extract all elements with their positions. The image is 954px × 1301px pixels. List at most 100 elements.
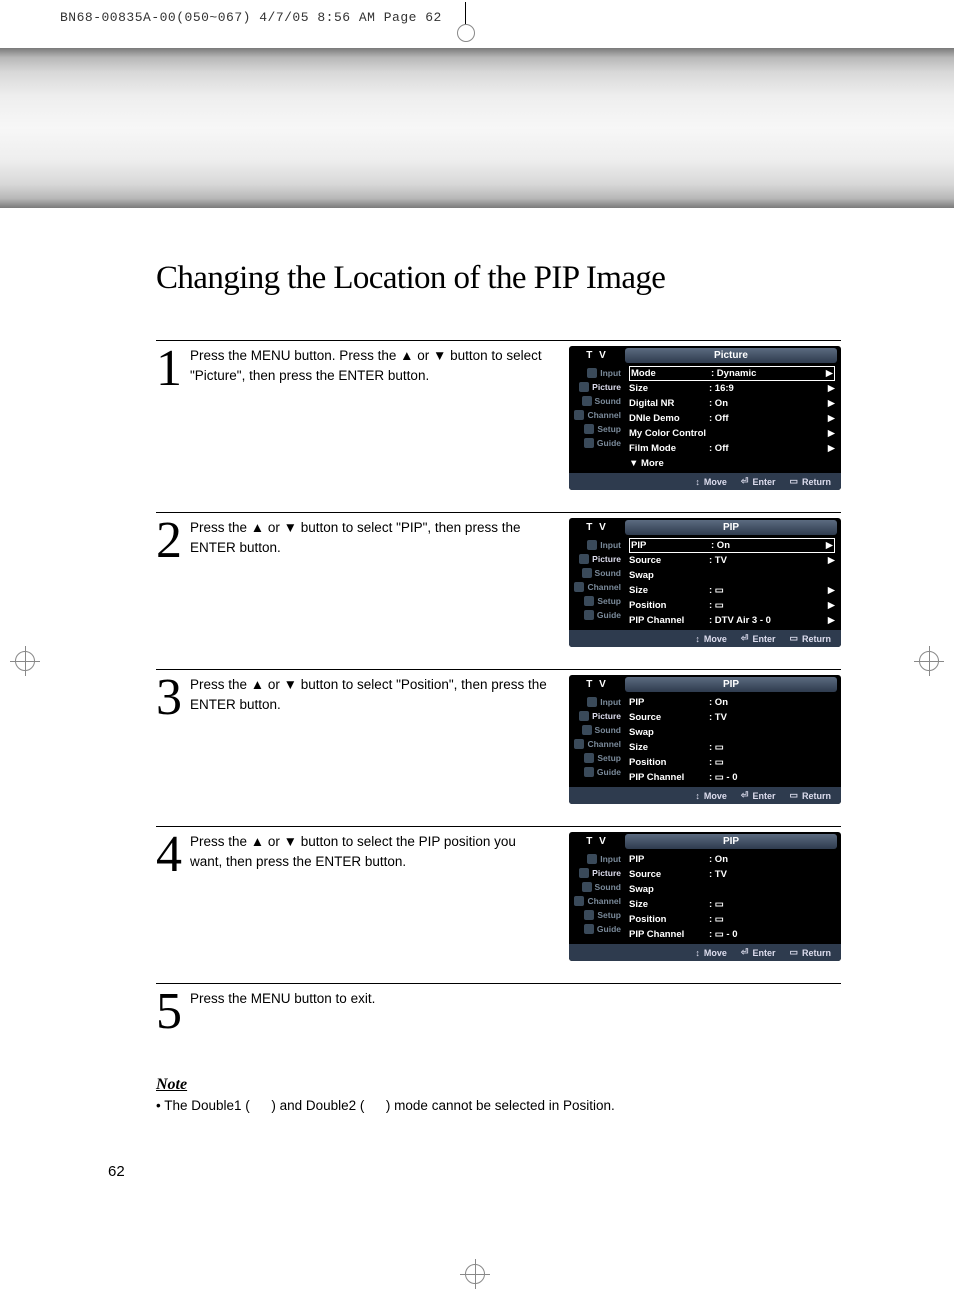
osd-side-label: Input bbox=[600, 540, 621, 550]
osd-side-item: Picture bbox=[569, 709, 625, 723]
osd-footer-icon: ↕ bbox=[695, 948, 700, 958]
osd-row-value: : TV bbox=[709, 555, 825, 566]
osd-footer-item: ⏎Enter bbox=[741, 790, 776, 801]
osd-side-icon bbox=[579, 711, 589, 721]
osd-row: Mode: Dynamic▶ bbox=[629, 366, 835, 381]
osd-footer-label: Move bbox=[704, 634, 727, 644]
step-number: 1 bbox=[156, 346, 190, 490]
osd-row-value: : Dynamic bbox=[711, 368, 823, 379]
osd-row-value: : Off bbox=[709, 443, 825, 454]
osd-side-item: Input bbox=[569, 366, 625, 380]
osd-screenshot: T VPIPInputPictureSoundChannelSetupGuide… bbox=[569, 832, 841, 961]
osd-footer-label: Move bbox=[704, 948, 727, 958]
osd-row: Source: TV▶ bbox=[629, 553, 835, 568]
osd-footer: ↕Move⏎Enter▭Return bbox=[569, 787, 841, 804]
osd-row-value: : On bbox=[709, 854, 825, 865]
osd-footer-icon: ▭ bbox=[789, 947, 798, 958]
osd-side-icon bbox=[582, 568, 592, 578]
step-number: 5 bbox=[156, 989, 190, 1036]
osd-side-item: Sound bbox=[569, 880, 625, 894]
osd-side-icon bbox=[582, 725, 592, 735]
osd-footer-label: Return bbox=[802, 634, 831, 644]
osd-screenshot: T VPictureInputPictureSoundChannelSetupG… bbox=[569, 346, 841, 490]
osd-sidebar: InputPictureSoundChannelSetupGuide bbox=[569, 364, 625, 473]
osd-side-icon bbox=[582, 882, 592, 892]
osd-footer-item: ↕Move bbox=[695, 633, 727, 644]
osd-side-label: Channel bbox=[587, 582, 621, 592]
osd-side-item: Guide bbox=[569, 922, 625, 936]
osd-row-arrow-icon: ▶ bbox=[825, 555, 835, 566]
osd-side-label: Picture bbox=[592, 868, 621, 878]
osd-tv-label: T V bbox=[569, 679, 625, 690]
osd-side-item: Channel bbox=[569, 580, 625, 594]
osd-footer-icon: ▭ bbox=[789, 476, 798, 487]
step-body: Press the ▲ or ▼ button to select "PIP",… bbox=[190, 518, 841, 647]
osd-row-label: Mode bbox=[631, 368, 711, 379]
osd-row: Swap bbox=[629, 568, 835, 583]
osd-row-value: : ▭ bbox=[709, 600, 825, 611]
osd-side-item: Picture bbox=[569, 866, 625, 880]
osd-row-label: Size bbox=[629, 585, 709, 596]
osd-row: Size: ▭ bbox=[629, 740, 835, 755]
osd-row-value: : ▭ bbox=[709, 585, 825, 596]
osd-footer-item: ↕ Move bbox=[695, 947, 727, 958]
osd-row: DNIe Demo: Off▶ bbox=[629, 411, 835, 426]
osd-side-label: Sound bbox=[595, 568, 621, 578]
osd-side-icon bbox=[584, 596, 594, 606]
osd-footer: ↕Move⏎Enter▭Return bbox=[569, 473, 841, 490]
osd-side-label: Input bbox=[600, 854, 621, 864]
osd-row-value: : TV bbox=[709, 712, 825, 723]
osd-title: PIP bbox=[625, 677, 837, 692]
osd-side-label: Setup bbox=[597, 753, 621, 763]
osd-row-label: PIP bbox=[629, 854, 709, 865]
step-body: Press the MENU button to exit. bbox=[190, 989, 841, 1036]
osd-side-item: Input bbox=[569, 695, 625, 709]
osd-items: Mode: Dynamic▶Size: 16:9▶Digital NR: On▶… bbox=[625, 364, 841, 473]
step-body: Press the ▲ or ▼ button to select the PI… bbox=[190, 832, 841, 961]
osd-side-icon bbox=[587, 368, 597, 378]
osd-row-value: : ▭ bbox=[709, 757, 825, 768]
osd-side-label: Guide bbox=[597, 438, 621, 448]
osd-footer-icon: ⏎ bbox=[741, 633, 749, 644]
header-gradient bbox=[0, 48, 954, 208]
step: 3Press the ▲ or ▼ button to select "Posi… bbox=[156, 669, 841, 804]
osd-row-value: : On bbox=[711, 540, 823, 551]
osd-row: Size: 16:9▶ bbox=[629, 381, 835, 396]
osd-row: Size: ▭▶ bbox=[629, 583, 835, 598]
osd-row-label: Size bbox=[629, 899, 709, 910]
osd-row-arrow-icon: ▶ bbox=[825, 398, 835, 409]
osd-side-icon bbox=[587, 854, 597, 864]
step-text: Press the MENU button. Press the ▲ or ▼ … bbox=[190, 346, 560, 490]
osd-row-label: Source bbox=[629, 555, 709, 566]
step: 1Press the MENU button. Press the ▲ or ▼… bbox=[156, 340, 841, 490]
osd-footer-label: Return bbox=[802, 791, 831, 801]
osd-side-icon bbox=[584, 438, 594, 448]
osd-title: PIP bbox=[625, 520, 837, 535]
osd-side-icon bbox=[574, 582, 584, 592]
osd-footer: ↕Move⏎Enter▭Return bbox=[569, 630, 841, 647]
osd-row-label: Size bbox=[629, 383, 709, 394]
osd-row-value: : 16:9 bbox=[709, 383, 825, 394]
osd-row-arrow-icon: ▶ bbox=[825, 383, 835, 394]
osd-row-label: PIP bbox=[631, 540, 711, 551]
osd-row-label: Swap bbox=[629, 727, 709, 738]
osd-header: T VPIP bbox=[569, 675, 841, 693]
osd-side-icon bbox=[584, 610, 594, 620]
osd-header: T VPIP bbox=[569, 832, 841, 850]
osd-footer: ↕Move⏎Enter▭Return bbox=[569, 944, 841, 961]
double1-icon bbox=[254, 1100, 268, 1110]
osd-row-value: : On bbox=[709, 697, 825, 708]
osd-row-arrow-icon: ▶ bbox=[825, 443, 835, 454]
osd-side-item: Setup bbox=[569, 751, 625, 765]
osd-row-arrow-icon: ▶ bbox=[823, 540, 833, 551]
osd-side-icon bbox=[584, 424, 594, 434]
osd-side-label: Picture bbox=[592, 711, 621, 721]
osd-row-label: PIP Channel bbox=[629, 615, 709, 626]
osd-panel: T VPIPInputPictureSoundChannelSetupGuide… bbox=[569, 675, 841, 804]
osd-row-label: DNIe Demo bbox=[629, 413, 709, 424]
osd-side-item: Input bbox=[569, 852, 625, 866]
osd-row-label: Size bbox=[629, 742, 709, 753]
double2-icon bbox=[368, 1100, 382, 1110]
osd-tv-label: T V bbox=[569, 836, 625, 847]
osd-row: Position: ▭ bbox=[629, 755, 835, 770]
